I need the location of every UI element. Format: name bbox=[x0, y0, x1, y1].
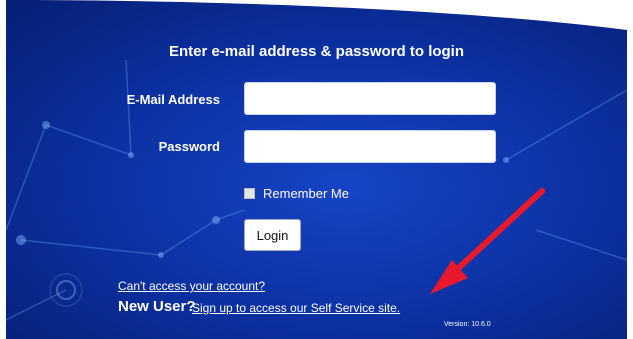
password-label: Password bbox=[158, 139, 220, 154]
remember-me-label[interactable]: Remember Me bbox=[263, 186, 349, 201]
login-heading: Enter e-mail address & password to login bbox=[168, 43, 465, 60]
password-field[interactable] bbox=[244, 130, 496, 163]
remember-me-checkbox[interactable] bbox=[244, 188, 255, 199]
login-panel: Enter e-mail address & password to login… bbox=[6, 0, 627, 339]
email-field[interactable] bbox=[244, 82, 496, 115]
new-user-label: New User? bbox=[118, 298, 196, 315]
email-label: E-Mail Address bbox=[126, 92, 220, 107]
cant-access-link[interactable]: Can't access your account? bbox=[118, 279, 265, 293]
version-text: Version: 10.6.0 bbox=[444, 321, 491, 328]
login-button[interactable]: Login bbox=[244, 219, 301, 251]
signup-link[interactable]: Sign up to access our Self Service site. bbox=[192, 301, 400, 315]
